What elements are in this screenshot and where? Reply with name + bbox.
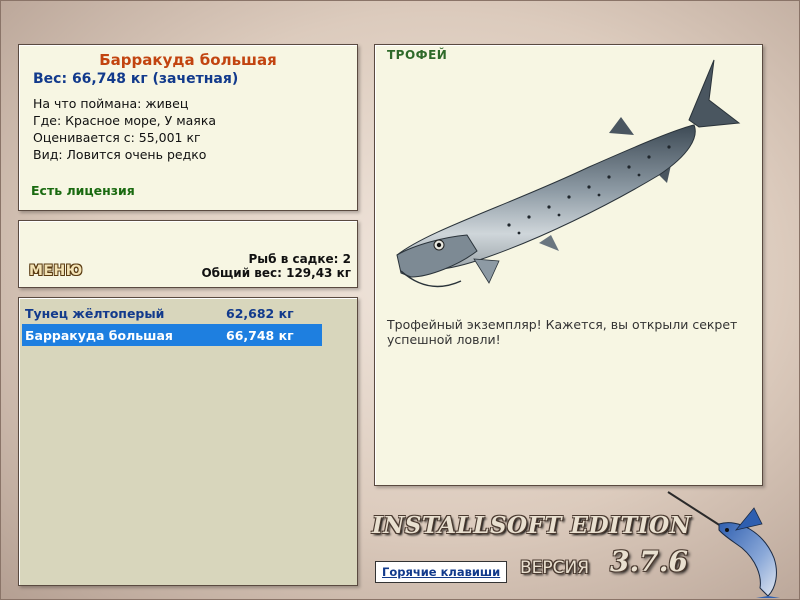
trophy-panel: ТРОФЕЙ Трофейный экземпляр! Кажется, вы … (374, 44, 763, 486)
marlin-icon (667, 491, 780, 598)
fish-weight: Вес: 66,748 кг (зачетная) (33, 71, 239, 87)
list-item[interactable]: Тунец жёлтоперый 62,682 кг (22, 302, 322, 324)
rarity-info: Вид: Ловится очень редко (33, 147, 207, 162)
list-item-name: Барракуда большая (25, 328, 173, 343)
menu-panel: МЕНЮ Рыб в садке: 2 Общий вес: 129,43 кг (18, 220, 358, 288)
menu-button[interactable]: МЕНЮ (29, 263, 83, 279)
fish-name: Барракуда большая (99, 51, 277, 69)
list-item-name: Тунец жёлтоперый (25, 306, 165, 321)
trophy-message: Трофейный экземпляр! Кажется, вы открыли… (387, 317, 738, 347)
list-item-weight: 62,682 кг (226, 306, 294, 321)
catch-list[interactable]: Тунец жёлтоперый 62,682 кг Барракуда бол… (18, 297, 358, 586)
list-item-weight: 66,748 кг (226, 328, 294, 343)
bait-info: На что поймана: живец (33, 96, 189, 111)
edition-title: INSTALLSOFT EDITION (372, 512, 692, 539)
keep-net-weight: Общий вес: 129,43 кг (201, 266, 351, 280)
threshold-info: Оценивается с: 55,001 кг (33, 130, 201, 145)
barracuda-image (396, 59, 741, 288)
hotkeys-button[interactable]: Горячие клавиши (375, 561, 508, 583)
license-status: Есть лицензия (31, 183, 135, 198)
keep-net-count: Рыб в садке: 2 (248, 252, 352, 266)
place-info: Где: Красное море, У маяка (33, 113, 217, 128)
version-label: ВЕРСИЯ (520, 558, 590, 578)
fish-info-panel: Барракуда большая Вес: 66,748 кг (зачетн… (18, 44, 358, 211)
list-item-selected[interactable]: Барракуда большая 66,748 кг (22, 324, 322, 346)
